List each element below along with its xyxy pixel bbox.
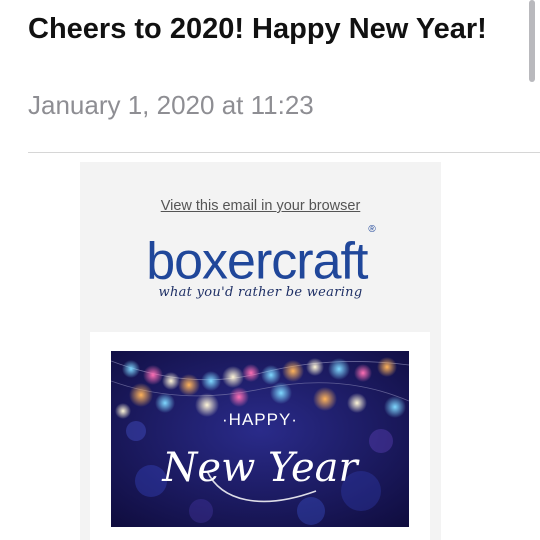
registered-mark: ® [368,224,375,235]
logo-tagline: what you'd rather be wearing [158,285,363,301]
message-subject: Cheers to 2020! Happy New Year! [28,13,487,45]
message-date: January 1, 2020 at 11:23 [28,90,314,120]
banner-script-text: New Year [161,445,360,491]
logo-wordmark: boxercraft® [146,224,376,291]
email-body: View this email in your browser boxercra… [80,162,441,540]
happy-new-year-banner[interactable]: ·HAPPY· New Year [111,351,409,527]
banner-graphic: ·HAPPY· New Year [111,351,409,527]
view-in-browser-link[interactable]: View this email in your browser [80,198,441,214]
banner-happy-text: ·HAPPY· [222,410,298,429]
logo-word: boxercraft [146,232,368,291]
boxercraft-logo[interactable]: boxercraft® what you'd rather be wearing [80,224,441,308]
banner-card: ·HAPPY· New Year [90,332,430,540]
scrollbar[interactable] [529,0,535,82]
header-divider [28,152,540,153]
